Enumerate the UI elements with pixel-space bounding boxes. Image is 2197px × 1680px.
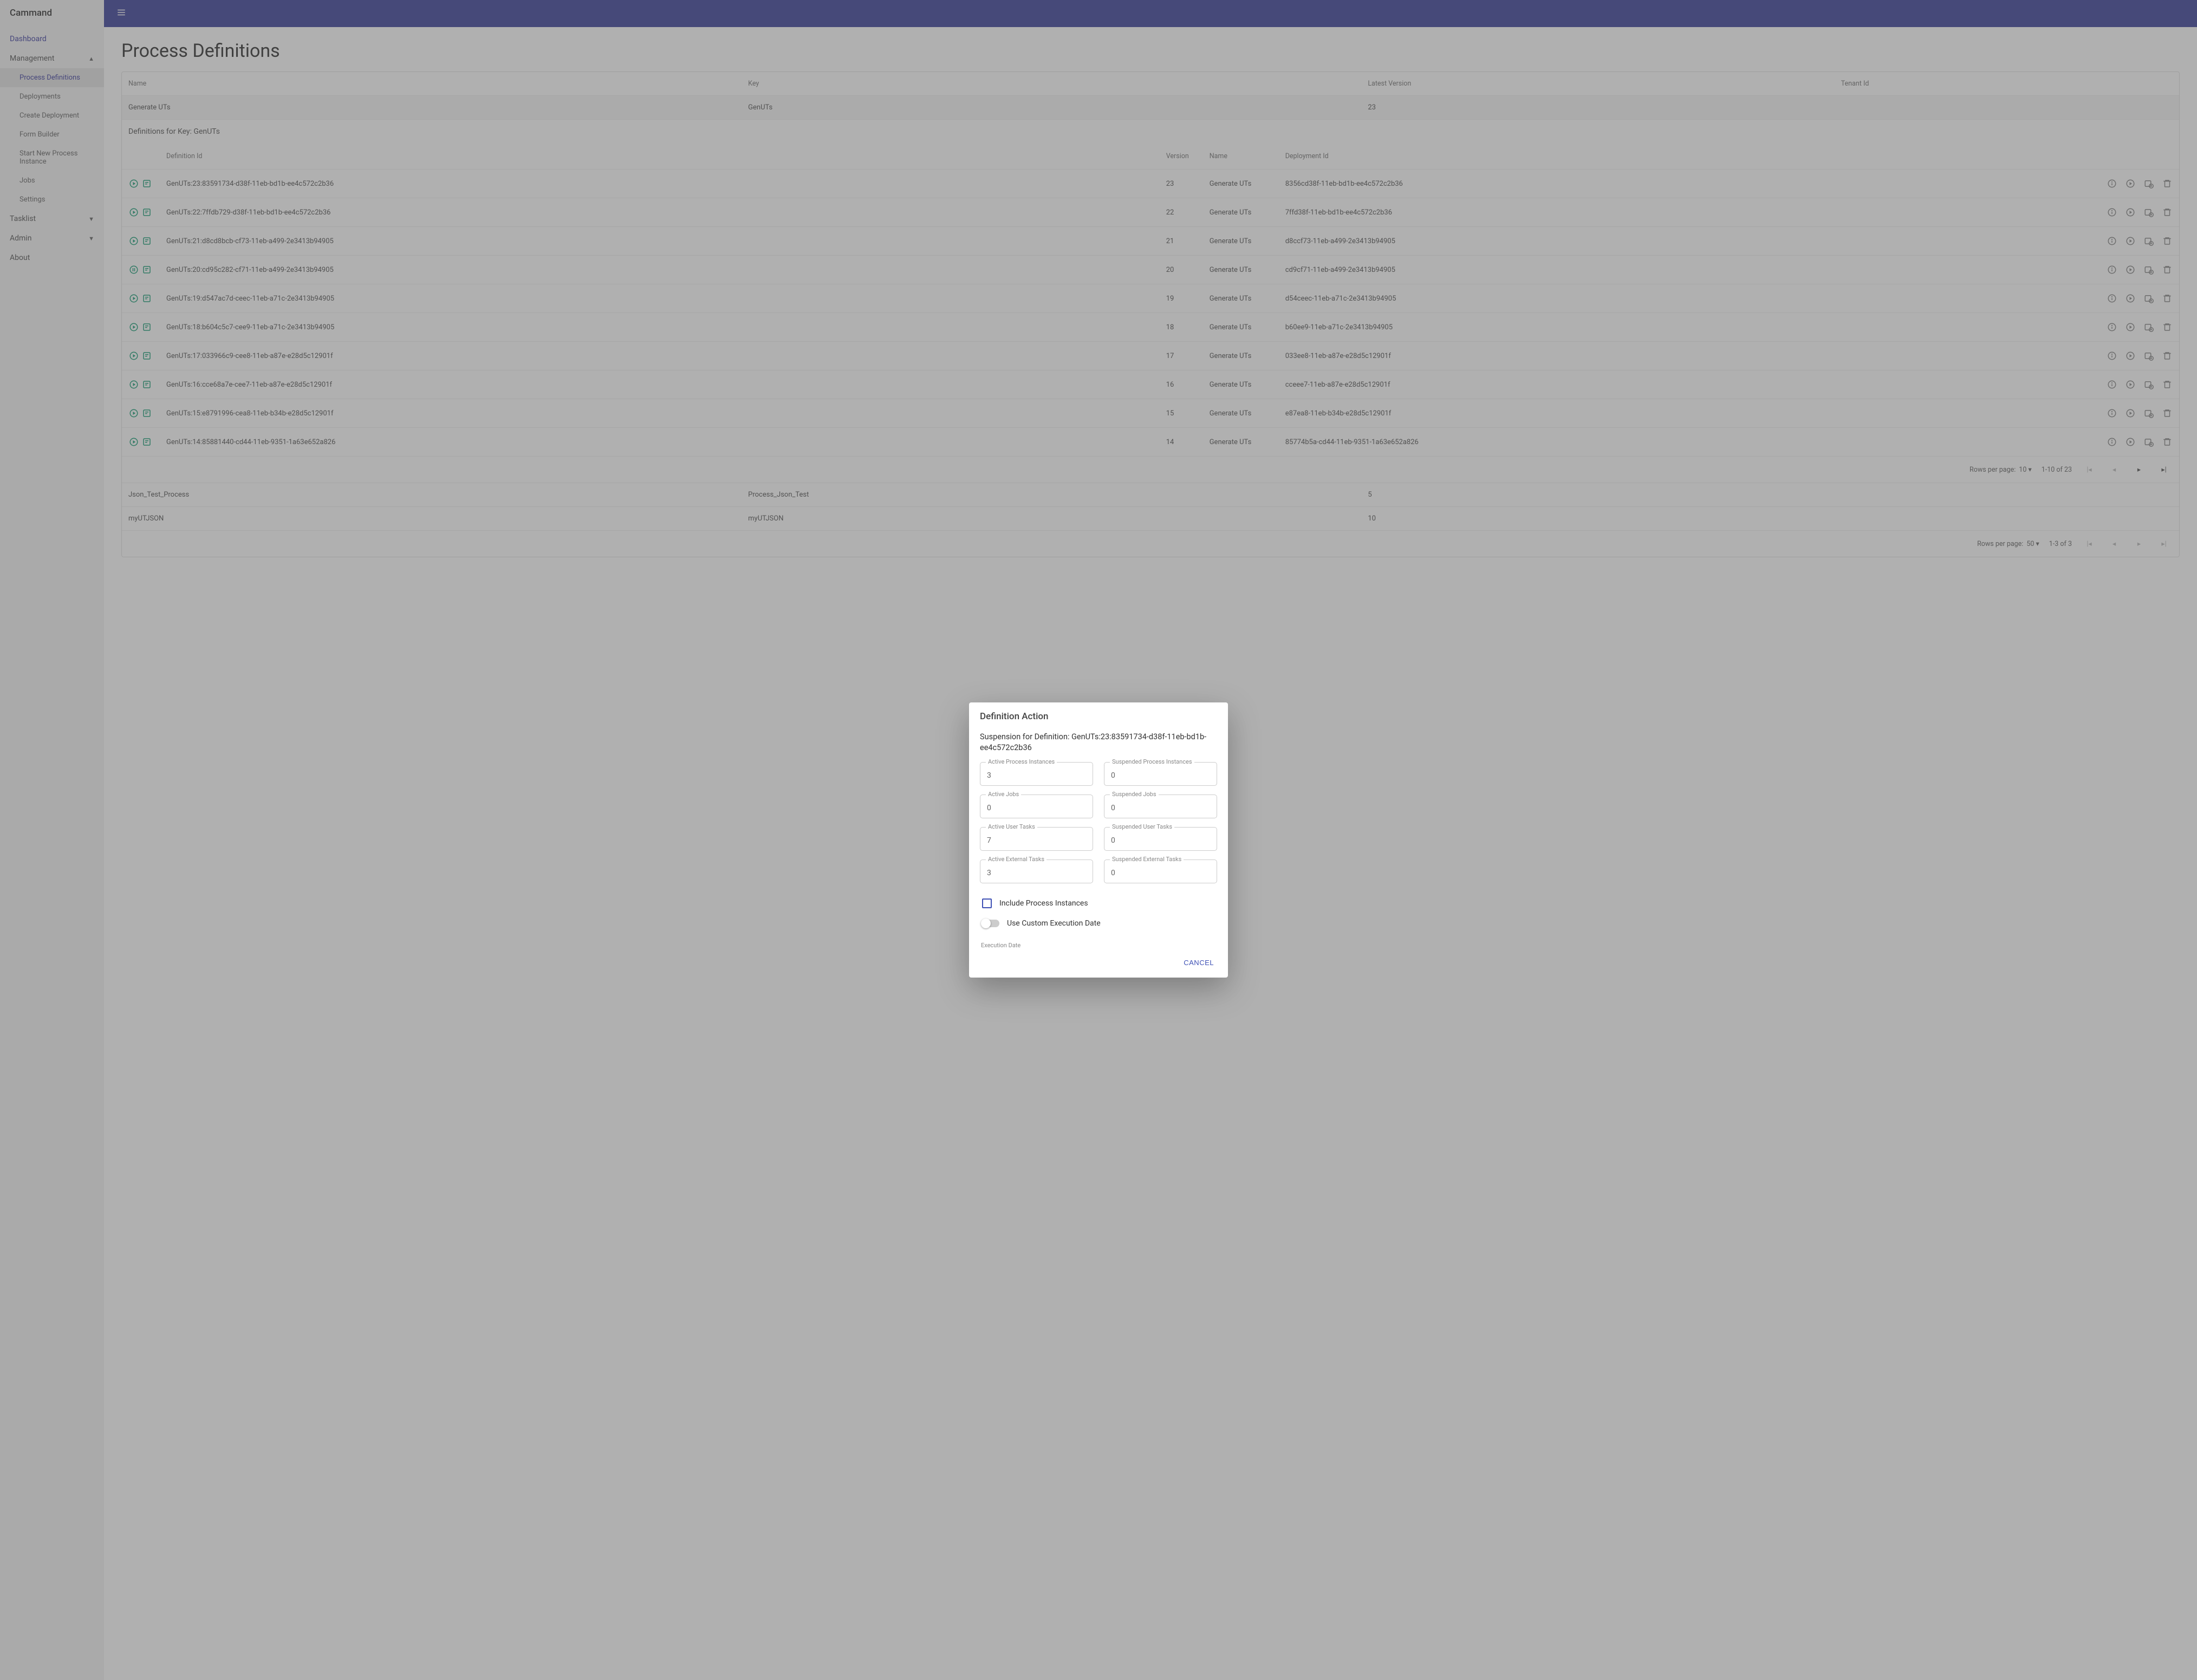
stat-field: Suspended Jobs0 xyxy=(1104,795,1217,818)
dialog-subtitle: Suspension for Definition: GenUTs:23:835… xyxy=(980,724,1217,763)
stat-field: Active Jobs0 xyxy=(980,795,1093,818)
dialog-title: Definition Action xyxy=(969,702,1228,724)
stat-field: Suspended Process Instances0 xyxy=(1104,762,1217,786)
execution-date-label: Execution Date xyxy=(981,942,1216,949)
stat-field: Suspended User Tasks0 xyxy=(1104,827,1217,851)
stat-field: Active Process Instances3 xyxy=(980,762,1093,786)
custom-date-label: Use Custom Execution Date xyxy=(1007,919,1101,928)
modal-scrim[interactable]: Definition Action Suspension for Definit… xyxy=(0,0,2197,1680)
include-process-instances-checkbox[interactable] xyxy=(982,898,992,908)
cancel-button[interactable]: CANCEL xyxy=(1178,954,1219,971)
definition-action-dialog: Definition Action Suspension for Definit… xyxy=(969,702,1228,978)
include-label: Include Process Instances xyxy=(999,899,1088,908)
stat-field: Active User Tasks7 xyxy=(980,827,1093,851)
stat-field: Active External Tasks3 xyxy=(980,859,1093,883)
stat-field: Suspended External Tasks0 xyxy=(1104,859,1217,883)
use-custom-date-toggle[interactable] xyxy=(982,920,999,927)
